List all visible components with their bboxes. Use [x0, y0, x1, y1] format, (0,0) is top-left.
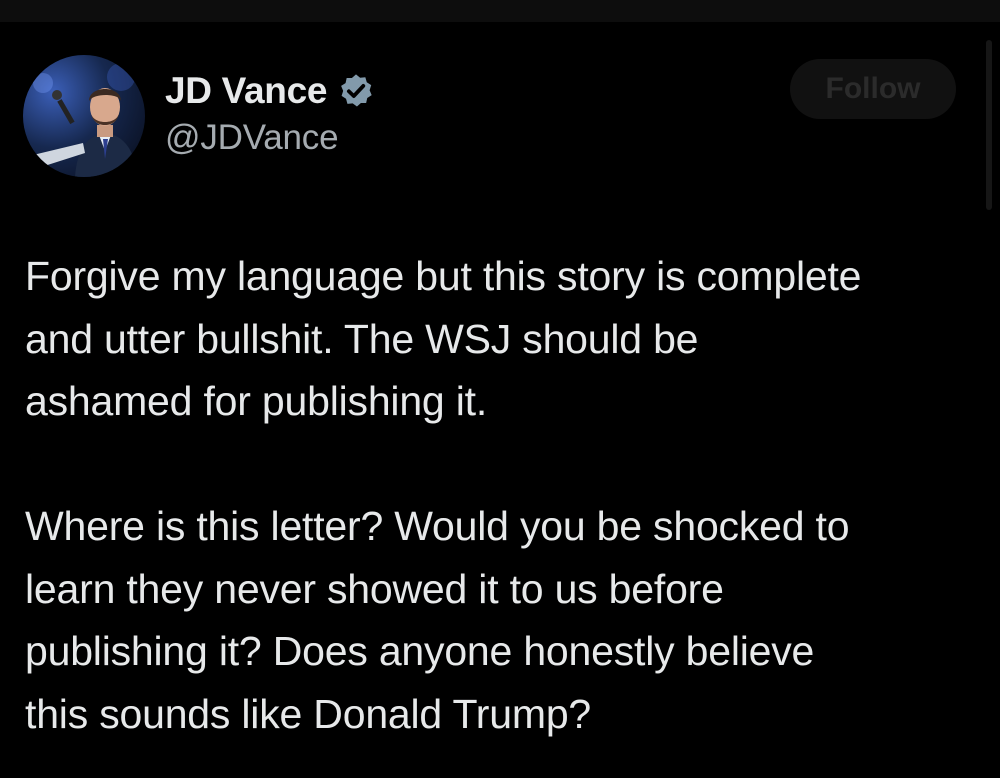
- tweet-paragraph: Forgive my language but this story is co…: [25, 245, 985, 433]
- author-handle[interactable]: @JDVance: [165, 118, 339, 158]
- tweet-line: publishing it? Does anyone honestly beli…: [25, 628, 815, 674]
- tweet-line: Forgive my language but this story is co…: [25, 253, 862, 299]
- tweet-paragraph: Where is this letter? Would you be shock…: [25, 495, 985, 745]
- tweet-line: Where is this letter? Would you be shock…: [25, 503, 850, 549]
- top-status-strip: [0, 0, 1000, 22]
- tweet-line: this sounds like Donald Trump?: [25, 690, 592, 737]
- tweet-text: Forgive my language but this story is co…: [25, 245, 985, 745]
- avatar[interactable]: [23, 55, 145, 177]
- follow-button[interactable]: Follow: [790, 59, 956, 119]
- tweet-line: learn they never showed it to us before: [25, 565, 724, 612]
- tweet-line: ashamed for publishing it.: [25, 378, 488, 424]
- scrollbar[interactable]: [986, 40, 992, 210]
- display-name[interactable]: JD Vance: [165, 70, 327, 112]
- verified-badge-icon[interactable]: [337, 72, 375, 110]
- tweet-line: and utter bullshit. The WSJ should be: [25, 315, 699, 362]
- author-name-row: JD Vance: [165, 66, 375, 116]
- profile-photo-icon: [33, 63, 137, 177]
